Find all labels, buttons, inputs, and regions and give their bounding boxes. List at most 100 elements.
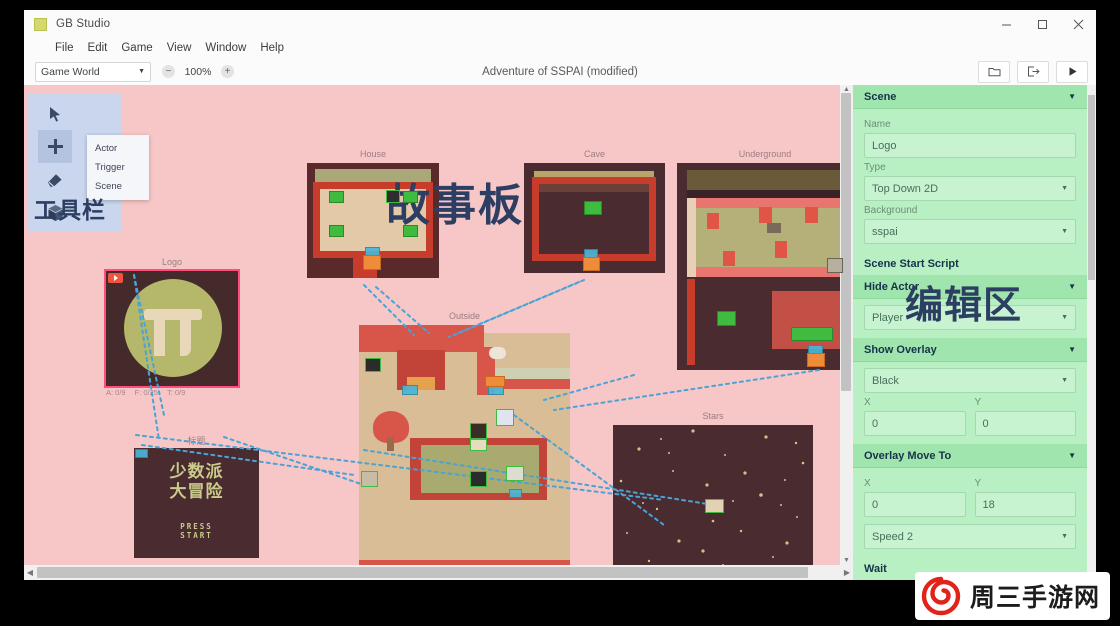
zoom-out-button[interactable]: −: [162, 65, 175, 78]
menu-item-view[interactable]: View: [167, 42, 192, 54]
actor-marker[interactable]: [485, 376, 505, 387]
scene-label: Underground: [738, 149, 792, 159]
world-select-value: Game World: [41, 65, 100, 78]
actor-marker[interactable]: [583, 257, 600, 271]
scene-stars[interactable]: Stars: [613, 411, 813, 580]
actor-marker[interactable]: [403, 191, 418, 203]
add-tool[interactable]: [38, 130, 72, 163]
chevron-down-icon[interactable]: ▼: [1068, 345, 1076, 354]
canvas-horizontal-scrollbar[interactable]: ◀ ▶: [24, 565, 853, 580]
add-menu-item-actor[interactable]: Actor: [87, 139, 149, 158]
section-header-show-overlay[interactable]: Show Overlay ▼: [853, 338, 1087, 362]
actor-marker[interactable]: [791, 327, 833, 341]
overlay-y-input[interactable]: 0: [974, 411, 1076, 436]
actor-marker[interactable]: [329, 225, 344, 237]
actor-marker[interactable]: [705, 499, 724, 513]
actor-marker[interactable]: [386, 190, 400, 203]
play-button[interactable]: [1056, 60, 1088, 83]
scene-thumbnail: 少数派 大冒险 PRESS START: [134, 448, 259, 558]
toolbar: Game World ▼ − 100% + Adventure of SSPAI…: [24, 58, 1096, 86]
scene-underground[interactable]: Underground: [677, 149, 853, 370]
zoom-in-button[interactable]: +: [221, 65, 234, 78]
actor-marker[interactable]: [365, 358, 381, 372]
menu-item-window[interactable]: Window: [205, 42, 246, 54]
actor-marker[interactable]: [363, 255, 381, 270]
title-bar: GB Studio: [24, 10, 1096, 38]
add-menu-item-trigger[interactable]: Trigger: [87, 158, 149, 177]
menu-item-edit[interactable]: Edit: [88, 42, 108, 54]
scene-name-input[interactable]: Logo: [864, 133, 1076, 158]
trigger-marker[interactable]: [402, 385, 418, 395]
scene-thumbnail: [524, 163, 665, 273]
canvas-hscroll-thumb[interactable]: [37, 567, 808, 578]
scene-background-select[interactable]: sspai ▼: [864, 219, 1076, 244]
actor-marker[interactable]: [717, 311, 736, 326]
menu-item-help[interactable]: Help: [260, 42, 284, 54]
screenshot-root: GB Studio File Edit Game View Window Hel…: [0, 0, 1120, 626]
export-button[interactable]: [1017, 60, 1049, 83]
section-title: Scene: [864, 90, 897, 103]
scroll-left-arrow[interactable]: ◀: [24, 568, 36, 577]
chevron-down-icon[interactable]: ▼: [1068, 451, 1076, 460]
scene-cave[interactable]: Cave: [524, 149, 665, 273]
menu-item-file[interactable]: File: [55, 42, 74, 54]
menu-item-game[interactable]: Game: [121, 42, 152, 54]
maximize-icon[interactable]: [1024, 10, 1060, 38]
scene-logo[interactable]: Logo A: 0/9 F: 0/25 T: 0/9: [104, 257, 240, 397]
overlay-color-select[interactable]: Black ▼: [864, 368, 1076, 393]
overlay-move-speed-select[interactable]: Speed 2 ▼: [864, 524, 1076, 549]
start-scene-marker[interactable]: [108, 273, 123, 283]
scene-title[interactable]: 标题 少数派 大冒险 PRESS START: [134, 436, 259, 558]
tool-palette: Actor Trigger Scene 工具栏: [28, 93, 149, 231]
overlay-x-value: 0: [872, 417, 879, 430]
actor-marker[interactable]: [361, 471, 378, 487]
world-select[interactable]: Game World ▼: [35, 61, 151, 82]
scene-outside[interactable]: Outside: [359, 311, 570, 580]
actor-marker[interactable]: [470, 423, 487, 439]
window-controls: [988, 10, 1096, 38]
press-start-line-1: PRESS: [180, 522, 213, 531]
scene-label: 标题: [187, 436, 206, 446]
chevron-down-icon: ▼: [1061, 314, 1068, 321]
actor-marker[interactable]: [496, 409, 514, 426]
actor-marker[interactable]: [470, 471, 487, 487]
trigger-marker[interactable]: [509, 489, 522, 498]
field-label-move-x: X: [864, 478, 871, 489]
inspector-scroll-thumb[interactable]: [1088, 95, 1095, 280]
minimize-icon[interactable]: [988, 10, 1024, 38]
canvas-vscroll-thumb[interactable]: [841, 93, 851, 391]
chevron-down-icon: ▼: [1061, 377, 1068, 384]
overlay-move-x-input[interactable]: 0: [864, 492, 966, 517]
overlay-x-input[interactable]: 0: [864, 411, 966, 436]
actor-marker[interactable]: [470, 439, 487, 451]
select-tool[interactable]: [38, 97, 72, 130]
section-header-scene-start-script[interactable]: Scene Start Script: [853, 252, 1087, 275]
actor-marker[interactable]: [584, 201, 602, 215]
canvas-hscroll-track[interactable]: [36, 567, 841, 578]
canvas-vertical-scrollbar[interactable]: ▲ ▼: [840, 85, 853, 565]
zoom-controls: − 100% +: [162, 65, 234, 78]
actor-marker[interactable]: [827, 258, 843, 273]
chevron-down-icon[interactable]: ▼: [1068, 282, 1076, 291]
scroll-up-arrow[interactable]: ▲: [840, 86, 853, 93]
scroll-right-arrow[interactable]: ▶: [841, 568, 853, 577]
scene-thumbnail: [677, 163, 853, 370]
chevron-down-icon[interactable]: ▼: [1068, 92, 1076, 101]
inspector-scrollbar[interactable]: [1087, 85, 1096, 580]
actor-marker[interactable]: [403, 225, 418, 237]
scene-label: Cave: [583, 149, 605, 159]
scene-type-select[interactable]: Top Down 2D ▼: [864, 176, 1076, 201]
section-body-overlay-move-to: X 0 Y 18 Speed 2 ▼: [853, 468, 1087, 557]
scroll-down-arrow[interactable]: ▼: [840, 557, 853, 564]
menu-bar: File Edit Game View Window Help: [24, 38, 1096, 58]
section-header-overlay-move-to[interactable]: Overlay Move To ▼: [853, 444, 1087, 468]
trigger-marker[interactable]: [135, 449, 148, 458]
actor-marker[interactable]: [807, 353, 825, 367]
open-project-button[interactable]: [978, 60, 1010, 83]
section-header-scene[interactable]: Scene ▼: [853, 85, 1087, 109]
actor-marker[interactable]: [506, 466, 524, 481]
actor-marker[interactable]: [329, 191, 344, 203]
close-icon[interactable]: [1060, 10, 1096, 38]
world-canvas[interactable]: House Cave Underground Logo A: 0/9 F: 0/…: [24, 85, 853, 580]
overlay-move-y-input[interactable]: 18: [974, 492, 1076, 517]
